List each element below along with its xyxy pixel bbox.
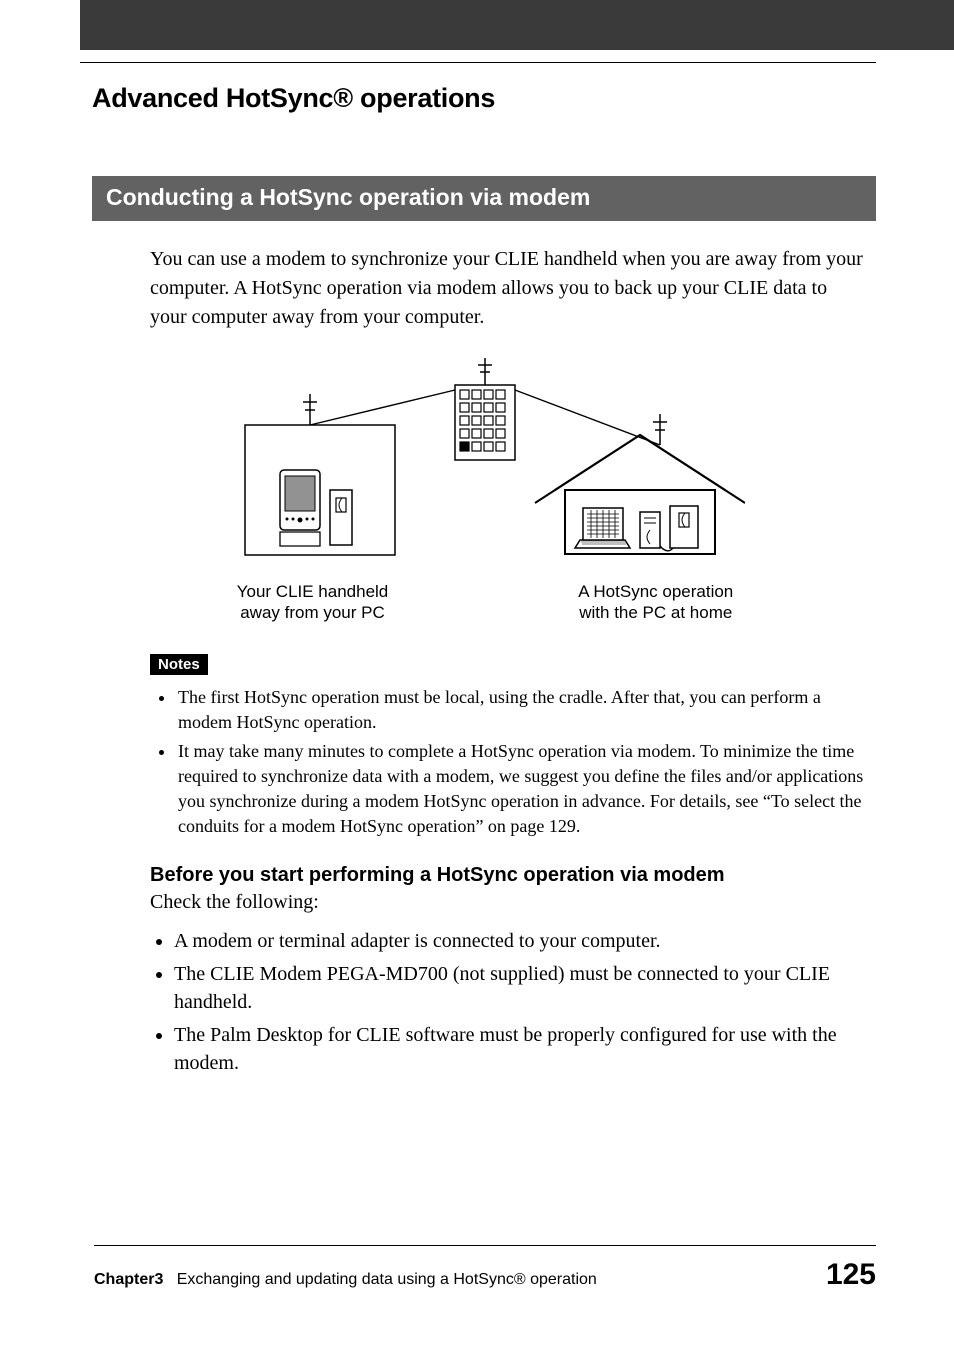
- chapter-label: Chapter3: [94, 1271, 163, 1288]
- header-bar: [80, 0, 954, 50]
- page-footer: Chapter3 Exchanging and updating data us…: [94, 1245, 876, 1292]
- before-bullet: The CLIE Modem PEGA-MD700 (not supplied)…: [174, 961, 870, 1016]
- diagram-svg: [225, 350, 745, 575]
- chapter-text: Exchanging and updating data using a Hot…: [177, 1271, 597, 1288]
- notes-list: The first HotSync operation must be loca…: [176, 685, 870, 840]
- notes-label: Notes: [150, 654, 208, 675]
- modem-diagram: Your CLIE handheld away from your PC A H…: [94, 350, 876, 624]
- before-lead: Check the following:: [150, 891, 876, 914]
- page-title: Advanced HotSync® operations: [92, 83, 876, 114]
- before-bullet: A modem or terminal adapter is connected…: [174, 928, 870, 956]
- diagram-caption-right: A HotSync operation with the PC at home: [578, 581, 733, 624]
- before-heading: Before you start performing a HotSync op…: [150, 864, 876, 887]
- footer-left: Chapter3 Exchanging and updating data us…: [94, 1271, 597, 1289]
- note-item: It may take many minutes to complete a H…: [176, 739, 870, 840]
- page-number: 125: [826, 1258, 876, 1292]
- section-heading: Conducting a HotSync operation via modem: [92, 176, 876, 221]
- before-bullets: A modem or terminal adapter is connected…: [174, 928, 870, 1078]
- section-intro: You can use a modem to synchronize your …: [150, 245, 866, 332]
- page-content: Advanced HotSync® operations Conducting …: [0, 63, 954, 1078]
- diagram-captions: Your CLIE handheld away from your PC A H…: [94, 581, 876, 624]
- diagram-caption-left: Your CLIE handheld away from your PC: [237, 581, 389, 624]
- note-item: The first HotSync operation must be loca…: [176, 685, 870, 735]
- before-bullet: The Palm Desktop for CLIE software must …: [174, 1022, 870, 1077]
